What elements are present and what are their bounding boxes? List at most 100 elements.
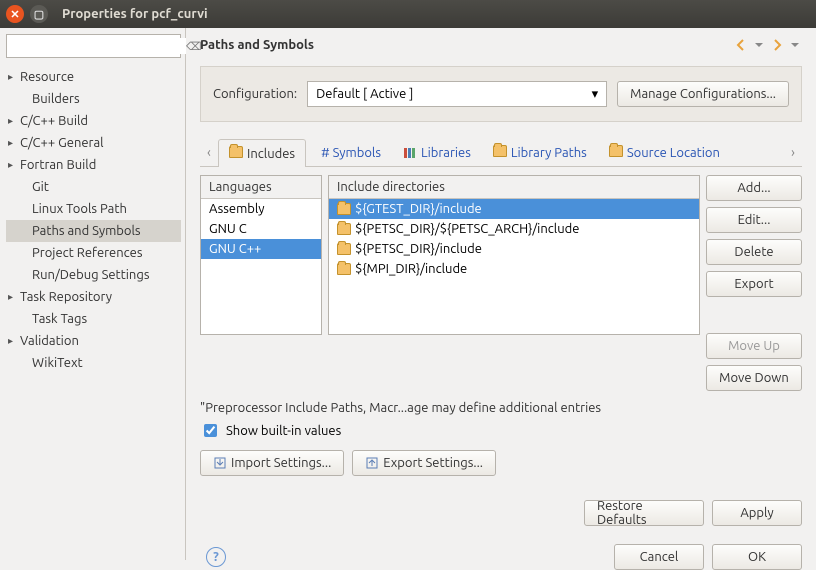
include-item[interactable]: ${PETSC_DIR}/include (329, 239, 699, 259)
includes-header: Include directories (329, 176, 699, 199)
page-title: Paths and Symbols (200, 38, 730, 52)
export-button[interactable]: Export (706, 271, 802, 297)
sidebar-item-label: WikiText (32, 353, 83, 373)
restore-defaults-button[interactable]: Restore Defaults (584, 500, 704, 526)
manage-configurations-button[interactable]: Manage Configurations... (617, 81, 789, 107)
sidebar-item[interactable]: ▸Task Repository (6, 286, 181, 308)
language-item[interactable]: GNU C (201, 219, 321, 239)
language-item[interactable]: Assembly (201, 199, 321, 219)
configuration-row: Configuration: Default [ Active ] ▾ Mana… (200, 66, 802, 122)
sidebar-item-label: Resource (20, 67, 74, 87)
tab[interactable]: Source Location (598, 138, 731, 166)
sidebar-item-label: C/C++ General (20, 133, 104, 153)
configuration-value: Default [ Active ] (316, 87, 413, 101)
move-up-button[interactable]: Move Up (706, 333, 802, 359)
sidebar-item[interactable]: Git (6, 176, 181, 198)
sidebar-filter[interactable]: ⌫ (6, 34, 181, 58)
cancel-button[interactable]: Cancel (614, 544, 704, 570)
nav-back-menu-icon[interactable] (748, 38, 766, 52)
edit-button[interactable]: Edit... (706, 207, 802, 233)
tab-scroll-right[interactable]: › (784, 144, 802, 160)
sidebar-item[interactable]: Builders (6, 88, 181, 110)
sidebar-item[interactable]: Task Tags (6, 308, 181, 330)
tab[interactable]: # Symbols (306, 138, 392, 166)
tab-scroll-left[interactable]: ‹ (200, 144, 218, 160)
sidebar-item-label: Fortran Build (20, 155, 96, 175)
sidebar: ⌫ ▸ResourceBuilders▸C/C++ Build▸C/C++ Ge… (0, 28, 186, 560)
sidebar-item-label: Task Repository (20, 287, 112, 307)
tab[interactable]: Includes (218, 139, 306, 167)
show-builtin-label: Show built-in values (226, 424, 341, 438)
books-icon (403, 146, 417, 160)
sidebar-item[interactable]: Project References (6, 242, 181, 264)
help-icon[interactable]: ? (206, 547, 226, 567)
tab[interactable]: Library Paths (482, 138, 598, 166)
tab-label: # Symbols (321, 146, 381, 160)
sidebar-item[interactable]: Run/Debug Settings (6, 264, 181, 286)
preprocessor-note: "Preprocessor Include Paths, Macr...age … (200, 401, 802, 415)
tab[interactable]: Libraries (392, 138, 482, 166)
sidebar-item[interactable]: ▸Validation (6, 330, 181, 352)
sidebar-item[interactable]: ▸Fortran Build (6, 154, 181, 176)
tab-label: Library Paths (511, 146, 587, 160)
sidebar-filter-input[interactable] (11, 38, 186, 54)
main-panel: Paths and Symbols Configuration: Default… (186, 28, 816, 560)
delete-button[interactable]: Delete (706, 239, 802, 265)
tree-arrow-icon: ▸ (8, 133, 20, 153)
tree-arrow-icon: ▸ (8, 67, 20, 87)
folder-icon (609, 145, 623, 160)
include-path: ${GTEST_DIR}/include (355, 202, 482, 216)
include-item[interactable]: ${GTEST_DIR}/include (329, 199, 699, 219)
sidebar-item-label: Paths and Symbols (32, 221, 141, 241)
configuration-select[interactable]: Default [ Active ] ▾ (307, 81, 607, 107)
apply-button[interactable]: Apply (712, 500, 802, 526)
language-item[interactable]: GNU C++ (201, 239, 321, 259)
tree-arrow-icon: ▸ (8, 287, 20, 307)
sidebar-item[interactable]: ▸C/C++ General (6, 132, 181, 154)
languages-list: Languages AssemblyGNU CGNU C++ (200, 175, 322, 335)
sidebar-item-label: Linux Tools Path (32, 199, 127, 219)
include-path: ${MPI_DIR}/include (355, 262, 467, 276)
window-title: Properties for pcf_curvi (62, 7, 208, 21)
tree-arrow-icon: ▸ (8, 331, 20, 351)
sidebar-item-label: Task Tags (32, 309, 87, 329)
tab-label: Source Location (627, 146, 720, 160)
include-path: ${PETSC_DIR}/${PETSC_ARCH}/include (355, 222, 579, 236)
folder-icon (337, 263, 351, 275)
sidebar-item-label: Run/Debug Settings (32, 265, 149, 285)
nav-fwd-icon[interactable] (766, 38, 784, 52)
sidebar-item-label: Project References (32, 243, 142, 263)
export-settings-button[interactable]: Export Settings... (352, 450, 496, 476)
tree-arrow-icon: ▸ (8, 111, 20, 131)
tree-arrow-icon: ▸ (8, 155, 20, 175)
folder-icon (229, 146, 243, 161)
nav-back-icon[interactable] (730, 38, 748, 52)
move-down-button[interactable]: Move Down (706, 365, 802, 391)
include-item[interactable]: ${MPI_DIR}/include (329, 259, 699, 279)
folder-icon (337, 243, 351, 255)
titlebar: ✕ ▢ Properties for pcf_curvi (0, 0, 816, 28)
window-minimize-button[interactable]: ▢ (30, 5, 48, 23)
sidebar-item-label: Builders (32, 89, 80, 109)
sidebar-item[interactable]: Linux Tools Path (6, 198, 181, 220)
ok-button[interactable]: OK (712, 544, 802, 570)
sidebar-item[interactable]: WikiText (6, 352, 181, 374)
sidebar-item[interactable]: Paths and Symbols (6, 220, 181, 242)
includes-list: Include directories ${GTEST_DIR}/include… (328, 175, 700, 335)
import-settings-button[interactable]: Import Settings... (200, 450, 344, 476)
folder-icon (337, 203, 351, 215)
action-column: Add... Edit... Delete Export Move Up Mov… (706, 175, 802, 391)
sidebar-tree: ▸ResourceBuilders▸C/C++ Build▸C/C++ Gene… (6, 66, 181, 374)
window-close-button[interactable]: ✕ (6, 5, 24, 23)
show-builtin-checkbox[interactable] (204, 424, 217, 437)
tabstrip: ‹ Includes # Symbols Libraries Library Path… (200, 138, 802, 167)
nav-fwd-menu-icon[interactable] (784, 38, 802, 52)
sidebar-item-label: Validation (20, 331, 79, 351)
sidebar-item[interactable]: ▸Resource (6, 66, 181, 88)
chevron-down-icon: ▾ (592, 87, 599, 102)
include-item[interactable]: ${PETSC_DIR}/${PETSC_ARCH}/include (329, 219, 699, 239)
configuration-label: Configuration: (213, 87, 297, 101)
folder-icon (337, 223, 351, 235)
sidebar-item[interactable]: ▸C/C++ Build (6, 110, 181, 132)
add-button[interactable]: Add... (706, 175, 802, 201)
